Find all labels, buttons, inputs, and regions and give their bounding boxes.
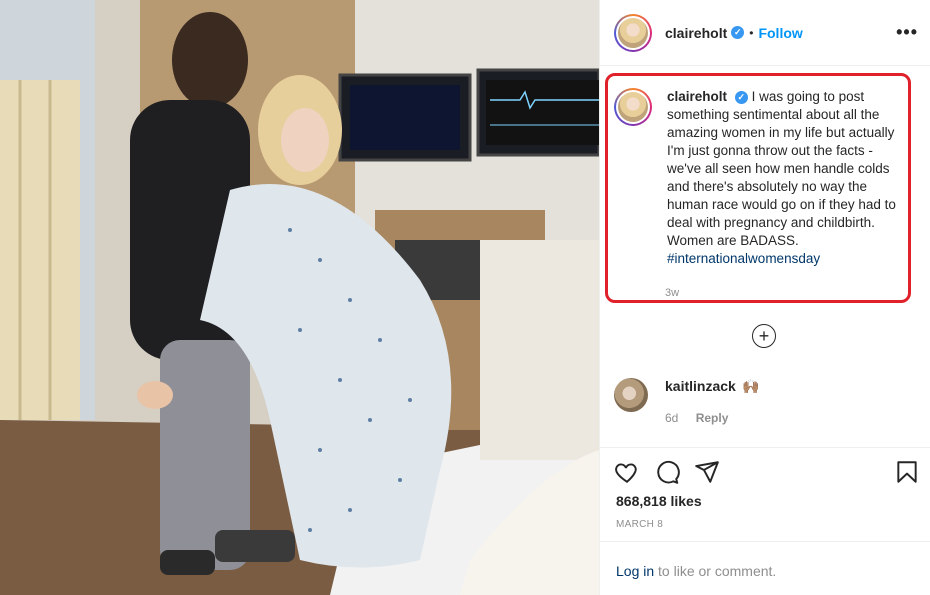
caption-text-block: claireholt ✓ I was going to post somethi… bbox=[667, 88, 907, 268]
separator-dot: • bbox=[749, 25, 754, 40]
action-bar bbox=[614, 459, 920, 487]
post-photo[interactable] bbox=[0, 0, 599, 595]
verified-badge-icon: ✓ bbox=[731, 26, 745, 39]
heart-icon[interactable] bbox=[614, 459, 640, 490]
likes-count[interactable]: 868,818 likes bbox=[616, 493, 702, 509]
verified-badge-icon: ✓ bbox=[734, 90, 748, 104]
more-options-icon[interactable]: ••• bbox=[896, 22, 918, 43]
share-icon[interactable] bbox=[694, 459, 720, 490]
hospital-scene-image bbox=[0, 0, 599, 595]
login-prompt-text: to like or comment. bbox=[654, 563, 777, 579]
caption-username[interactable]: claireholt bbox=[667, 89, 727, 104]
avatar-image bbox=[618, 92, 648, 122]
caption-timestamp[interactable]: 3w bbox=[665, 287, 679, 299]
load-more-comments-button[interactable]: + bbox=[752, 324, 776, 348]
avatar-image bbox=[618, 17, 648, 48]
commenter-avatar[interactable] bbox=[614, 378, 648, 412]
commenter-username[interactable]: kaitlinzack bbox=[665, 378, 736, 394]
post-caption: claireholt ✓ I was going to post somethi… bbox=[614, 88, 914, 268]
comment-text: 🙌🏽 bbox=[742, 378, 760, 394]
divider bbox=[600, 541, 930, 542]
author-avatar[interactable] bbox=[614, 13, 652, 52]
author-username[interactable]: claireholt bbox=[665, 25, 727, 41]
comment-timestamp[interactable]: 6d bbox=[665, 411, 678, 425]
post-sidebar: claireholt ✓ • Follow ••• claireholt ✓ I… bbox=[599, 0, 930, 595]
post-date[interactable]: MARCH 8 bbox=[616, 519, 663, 530]
login-prompt: Log in to like or comment. bbox=[616, 563, 776, 579]
reply-button[interactable]: Reply bbox=[696, 411, 729, 425]
bookmark-icon[interactable] bbox=[894, 459, 920, 490]
login-link[interactable]: Log in bbox=[616, 563, 654, 579]
caption-body: I was going to post something sentimenta… bbox=[667, 89, 896, 248]
comment-icon[interactable] bbox=[654, 459, 680, 490]
hashtag-link[interactable]: #internationalwomensday bbox=[667, 251, 820, 266]
divider bbox=[600, 447, 930, 448]
follow-button[interactable]: Follow bbox=[758, 25, 802, 41]
comment-item: kaitlinzack 🙌🏽 6d Reply bbox=[614, 378, 914, 425]
post-header: claireholt ✓ • Follow ••• bbox=[600, 0, 930, 66]
caption-avatar[interactable] bbox=[614, 88, 652, 126]
